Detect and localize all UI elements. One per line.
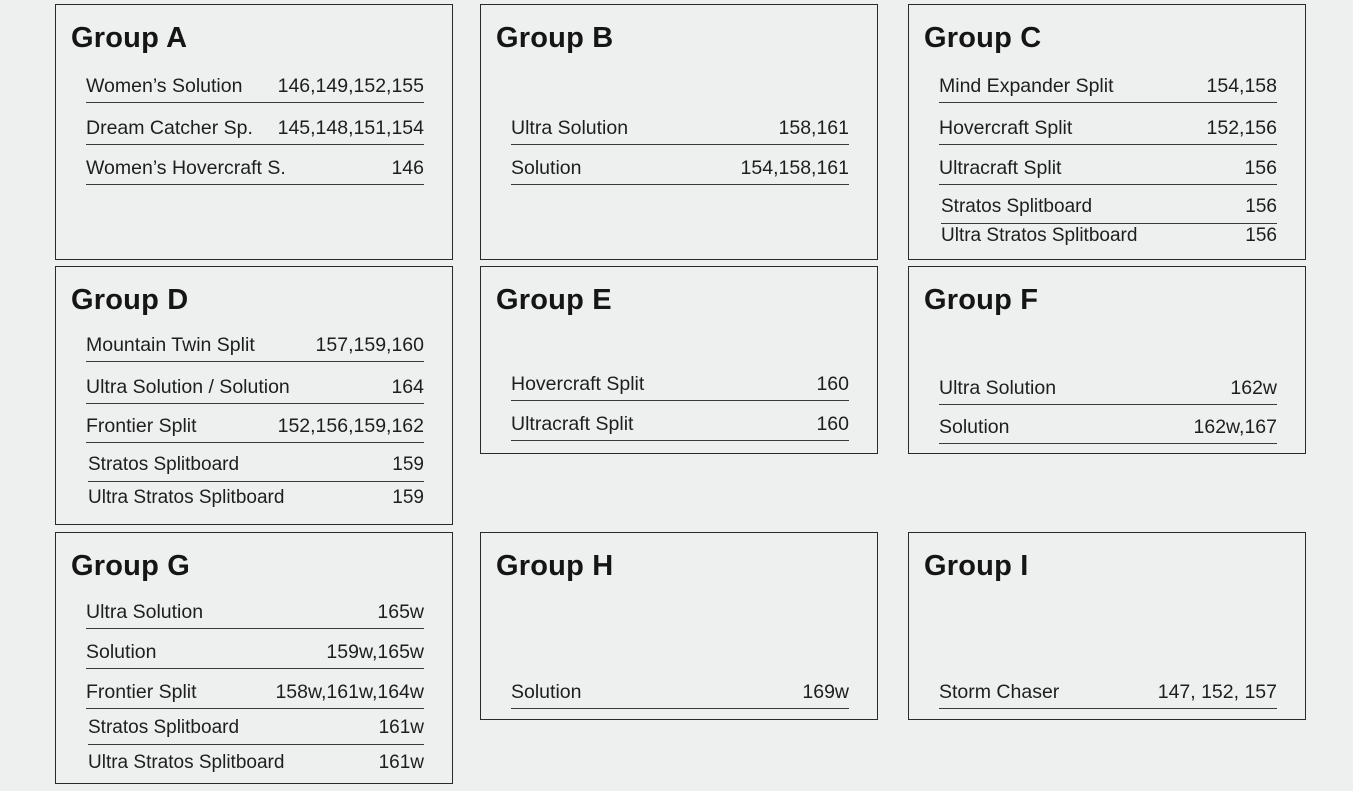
board-name: Women’s Hovercraft S. <box>86 157 286 179</box>
list-item: Hovercraft Split 152,156 <box>939 105 1277 145</box>
group-title: Group G <box>71 550 191 582</box>
board-sizes: 156 <box>1245 225 1277 246</box>
board-sizes: 162w <box>1230 377 1277 399</box>
group-title: Group E <box>496 284 612 316</box>
board-sizes: 154,158 <box>1206 75 1278 97</box>
list-item: Solution 154,158,161 <box>511 147 849 185</box>
list-item: Stratos Splitboard 156 <box>941 187 1277 224</box>
list-item: Ultracraft Split 160 <box>511 403 849 441</box>
board-name: Hovercraft Split <box>511 373 645 395</box>
list-item: Ultra Solution 158,161 <box>511 105 849 145</box>
board-sizes: 157,159,160 <box>315 334 424 356</box>
board-name: Mind Expander Split <box>939 75 1114 97</box>
board-sizes: 156 <box>1245 196 1277 217</box>
group-h-box: Group H Solution 169w <box>480 532 878 720</box>
group-e-box: Group E Hovercraft Split 160 Ultracraft … <box>480 266 878 454</box>
group-g-box: Group G Ultra Solution 165w Solution 159… <box>55 532 453 784</box>
board-name: Stratos Splitboard <box>88 717 240 738</box>
group-title: Group I <box>924 550 1029 582</box>
board-sizes: 159 <box>392 487 424 508</box>
board-sizes: 160 <box>816 373 849 395</box>
board-sizes: 156 <box>1244 157 1277 179</box>
board-name: Ultra Solution / Solution <box>86 376 290 398</box>
board-name: Solution <box>86 641 157 663</box>
list-item: Women’s Solution 146,149,152,155 <box>86 65 424 103</box>
board-name: Mountain Twin Split <box>86 334 255 356</box>
board-name: Ultracraft Split <box>939 157 1062 179</box>
group-title: Group D <box>71 284 189 316</box>
board-sizes: 159 <box>392 454 424 475</box>
board-name: Ultra Stratos Splitboard <box>88 752 285 773</box>
board-sizes: 146 <box>391 157 424 179</box>
list-item: Ultra Solution 165w <box>86 589 424 629</box>
group-c-box: Group C Mind Expander Split 154,158 Hove… <box>908 4 1306 260</box>
board-sizes: 164 <box>391 376 424 398</box>
board-sizes: 160 <box>816 413 849 435</box>
board-name: Dream Catcher Sp. <box>86 117 253 139</box>
list-item: Mind Expander Split 154,158 <box>939 61 1277 103</box>
list-item: Solution 159w,165w <box>86 631 424 669</box>
group-title: Group A <box>71 22 188 54</box>
list-item: Hovercraft Split 160 <box>511 361 849 401</box>
group-title: Group H <box>496 550 614 582</box>
board-sizes: 169w <box>802 681 849 703</box>
board-sizes: 152,156 <box>1206 117 1278 139</box>
group-title: Group B <box>496 22 614 54</box>
board-sizes: 161w <box>378 752 424 773</box>
group-f-box: Group F Ultra Solution 162w Solution 162… <box>908 266 1306 454</box>
board-sizes: 147, 152, 157 <box>1157 681 1277 703</box>
list-item: Ultracraft Split 156 <box>939 147 1277 185</box>
board-name: Storm Chaser <box>939 681 1060 703</box>
board-name: Women’s Solution <box>86 75 243 97</box>
group-title: Group C <box>924 22 1042 54</box>
list-item: Ultra Stratos Splitboard 159 <box>88 484 424 514</box>
list-item: Stratos Splitboard 159 <box>88 445 424 482</box>
board-name: Ultra Stratos Splitboard <box>941 225 1138 246</box>
board-sizes: 154,158,161 <box>740 157 849 179</box>
group-title: Group F <box>924 284 1039 316</box>
list-item: Dream Catcher Sp. 145,148,151,154 <box>86 105 424 145</box>
list-item: Storm Chaser 147, 152, 157 <box>939 663 1277 709</box>
board-name: Stratos Splitboard <box>88 454 240 475</box>
board-name: Frontier Split <box>86 415 197 437</box>
group-b-box: Group B Ultra Solution 158,161 Solution … <box>480 4 878 260</box>
list-item: Mountain Twin Split 157,159,160 <box>86 323 424 362</box>
board-name: Hovercraft Split <box>939 117 1073 139</box>
board-sizes: 145,148,151,154 <box>277 117 424 139</box>
board-name: Solution <box>511 681 582 703</box>
board-name: Solution <box>511 157 582 179</box>
board-name: Ultra Stratos Splitboard <box>88 487 285 508</box>
list-item: Ultra Solution / Solution 164 <box>86 364 424 404</box>
board-name: Ultra Solution <box>939 377 1057 399</box>
list-item: Women’s Hovercraft S. 146 <box>86 147 424 185</box>
board-sizes: 162w,167 <box>1193 416 1278 438</box>
board-sizes: 158w,161w,164w <box>275 681 424 703</box>
board-sizes: 146,149,152,155 <box>277 75 424 97</box>
board-sizes: 165w <box>377 601 424 623</box>
list-item: Ultra Stratos Splitboard 161w <box>88 747 424 779</box>
board-name: Ultra Solution <box>86 601 204 623</box>
list-item: Ultra Solution 162w <box>939 365 1277 405</box>
board-sizes: 159w,165w <box>326 641 424 663</box>
board-sizes: 161w <box>378 717 424 738</box>
list-item: Solution 162w,167 <box>939 407 1277 444</box>
list-item: Ultra Stratos Splitboard 156 <box>941 225 1277 252</box>
board-name: Stratos Splitboard <box>941 196 1093 217</box>
board-sizes: 152,156,159,162 <box>277 415 424 437</box>
board-name: Frontier Split <box>86 681 197 703</box>
board-name: Solution <box>939 416 1010 438</box>
board-name: Ultra Solution <box>511 117 629 139</box>
board-sizes: 158,161 <box>778 117 850 139</box>
group-d-box: Group D Mountain Twin Split 157,159,160 … <box>55 266 453 525</box>
list-item: Stratos Splitboard 161w <box>88 711 424 745</box>
board-name: Ultracraft Split <box>511 413 634 435</box>
list-item: Frontier Split 152,156,159,162 <box>86 406 424 443</box>
list-item: Solution 169w <box>511 663 849 709</box>
list-item: Frontier Split 158w,161w,164w <box>86 671 424 709</box>
group-a-box: Group A Women’s Solution 146,149,152,155… <box>55 4 453 260</box>
group-i-box: Group I Storm Chaser 147, 152, 157 <box>908 532 1306 720</box>
